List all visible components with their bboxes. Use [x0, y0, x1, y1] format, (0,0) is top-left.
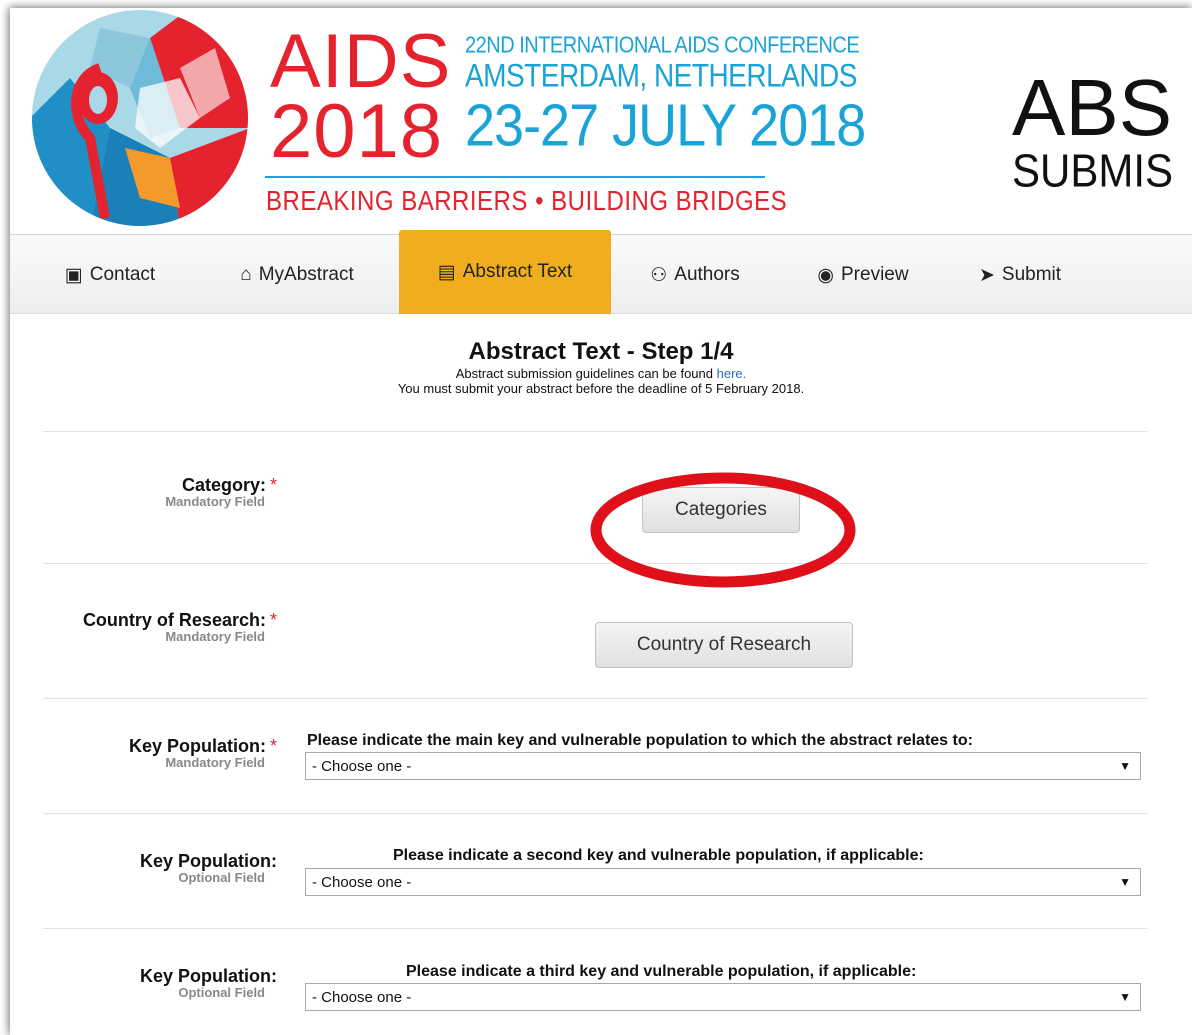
country-hint: Mandatory Field	[165, 629, 265, 644]
key-population-3-label: Key Population: Optional Field	[140, 966, 277, 999]
logo-city: AMSTERDAM, NETHERLANDS	[465, 57, 857, 94]
deadline-note: You must submit your abstract before the…	[397, 381, 805, 396]
users-icon: ⚇	[650, 264, 668, 286]
key-population-1-select[interactable]: - Choose one - ▼	[305, 752, 1141, 780]
nav-submit[interactable]: ➤ Submit	[950, 235, 1090, 315]
nav-label: Authors	[674, 264, 740, 285]
select-value: - Choose one -	[312, 873, 412, 891]
page-frame: AIDS 2018 22ND INTERNATIONAL AIDS CONFER…	[10, 8, 1192, 1035]
logo-conference-name: 22ND INTERNATIONAL AIDS CONFERENCE	[465, 32, 860, 59]
divider	[43, 698, 1148, 699]
key-population-2-select[interactable]: - Choose one - ▼	[305, 868, 1141, 896]
logo-divider	[265, 176, 765, 178]
key-population-1-prompt: Please indicate the main key and vulnera…	[307, 732, 973, 749]
nav-label: Abstract Text	[462, 261, 573, 282]
step-nav: ▣ Contact ⌂ MyAbstract ▤ Abstract Text ⚇…	[10, 230, 1192, 315]
nav-label: Preview	[841, 264, 909, 285]
header: AIDS 2018 22ND INTERNATIONAL AIDS CONFER…	[10, 8, 1192, 234]
divider	[43, 563, 1148, 564]
eye-icon: ◉	[817, 264, 834, 286]
guidelines-note: Abstract submission guidelines can be fo…	[10, 366, 1192, 381]
logo-dates: 23-27 JULY 2018	[465, 92, 866, 159]
key-population-2-hint: Optional Field	[178, 870, 265, 885]
conference-logo-icon	[32, 10, 248, 226]
country-label-text: Country of Research:	[82, 610, 266, 630]
header-subtitle: SUBMIS	[1012, 144, 1174, 197]
key-population-label-text: Key Population:	[128, 736, 266, 756]
dropdown-arrow-icon: ▼	[1119, 990, 1131, 1004]
nav-preview[interactable]: ◉ Preview	[788, 235, 938, 315]
required-mark: *	[269, 610, 277, 630]
nav-authors[interactable]: ⚇ Authors	[625, 235, 765, 315]
key-population-2-label: Key Population: Optional Field	[140, 851, 277, 884]
key-population-3-select[interactable]: - Choose one - ▼	[305, 983, 1141, 1011]
contact-card-icon: ▣	[64, 264, 83, 286]
key-population-label-text: Key Population:	[139, 851, 277, 871]
document-icon: ▤	[437, 261, 456, 283]
select-value: - Choose one -	[312, 757, 412, 775]
nav-contact[interactable]: ▣ Contact	[40, 235, 180, 315]
nav-label: Submit	[1001, 264, 1062, 285]
page-title: Abstract Text - Step 1/4	[468, 338, 734, 365]
nav-myabstract[interactable]: ⌂ MyAbstract	[202, 235, 392, 315]
category-hint: Mandatory Field	[165, 494, 265, 509]
required-mark: *	[269, 736, 277, 756]
country-of-research-button[interactable]: Country of Research	[595, 622, 853, 668]
home-icon: ⌂	[240, 264, 252, 285]
header-title: ABS	[1012, 63, 1173, 152]
divider	[43, 431, 1148, 432]
categories-button[interactable]: Categories	[642, 487, 800, 533]
guidelines-text: Abstract submission guidelines can be fo…	[455, 366, 717, 381]
logo-tagline: BREAKING BARRIERS • BUILDING BRIDGES	[266, 186, 788, 218]
dropdown-arrow-icon: ▼	[1119, 759, 1131, 773]
select-value: - Choose one -	[312, 988, 412, 1006]
key-population-label-text: Key Population:	[139, 966, 277, 986]
nav-label: Contact	[89, 264, 156, 285]
dropdown-arrow-icon: ▼	[1119, 875, 1131, 889]
guidelines-link[interactable]: here.	[717, 366, 747, 381]
key-population-2-prompt: Please indicate a second key and vulnera…	[393, 847, 924, 864]
key-population-3-hint: Optional Field	[178, 985, 265, 1000]
key-population-1-label: Key Population: * Mandatory Field	[129, 736, 277, 769]
category-label-text: Category:	[181, 475, 266, 495]
nav-label: MyAbstract	[258, 264, 354, 285]
step-heading: Abstract Text - Step 1/4 Abstract submis…	[10, 338, 1192, 396]
nav-abstract-text[interactable]: ▤ Abstract Text	[399, 230, 611, 314]
key-population-3-prompt: Please indicate a third key and vulnerab…	[406, 963, 917, 980]
category-label: Category: * Mandatory Field	[165, 475, 277, 508]
required-mark: *	[269, 475, 277, 495]
logo-year: 2018	[270, 89, 444, 174]
key-population-1-hint: Mandatory Field	[165, 755, 265, 770]
divider	[43, 928, 1148, 929]
divider	[43, 813, 1148, 814]
country-label: Country of Research: * Mandatory Field	[83, 610, 277, 643]
send-icon: ➤	[978, 264, 995, 286]
